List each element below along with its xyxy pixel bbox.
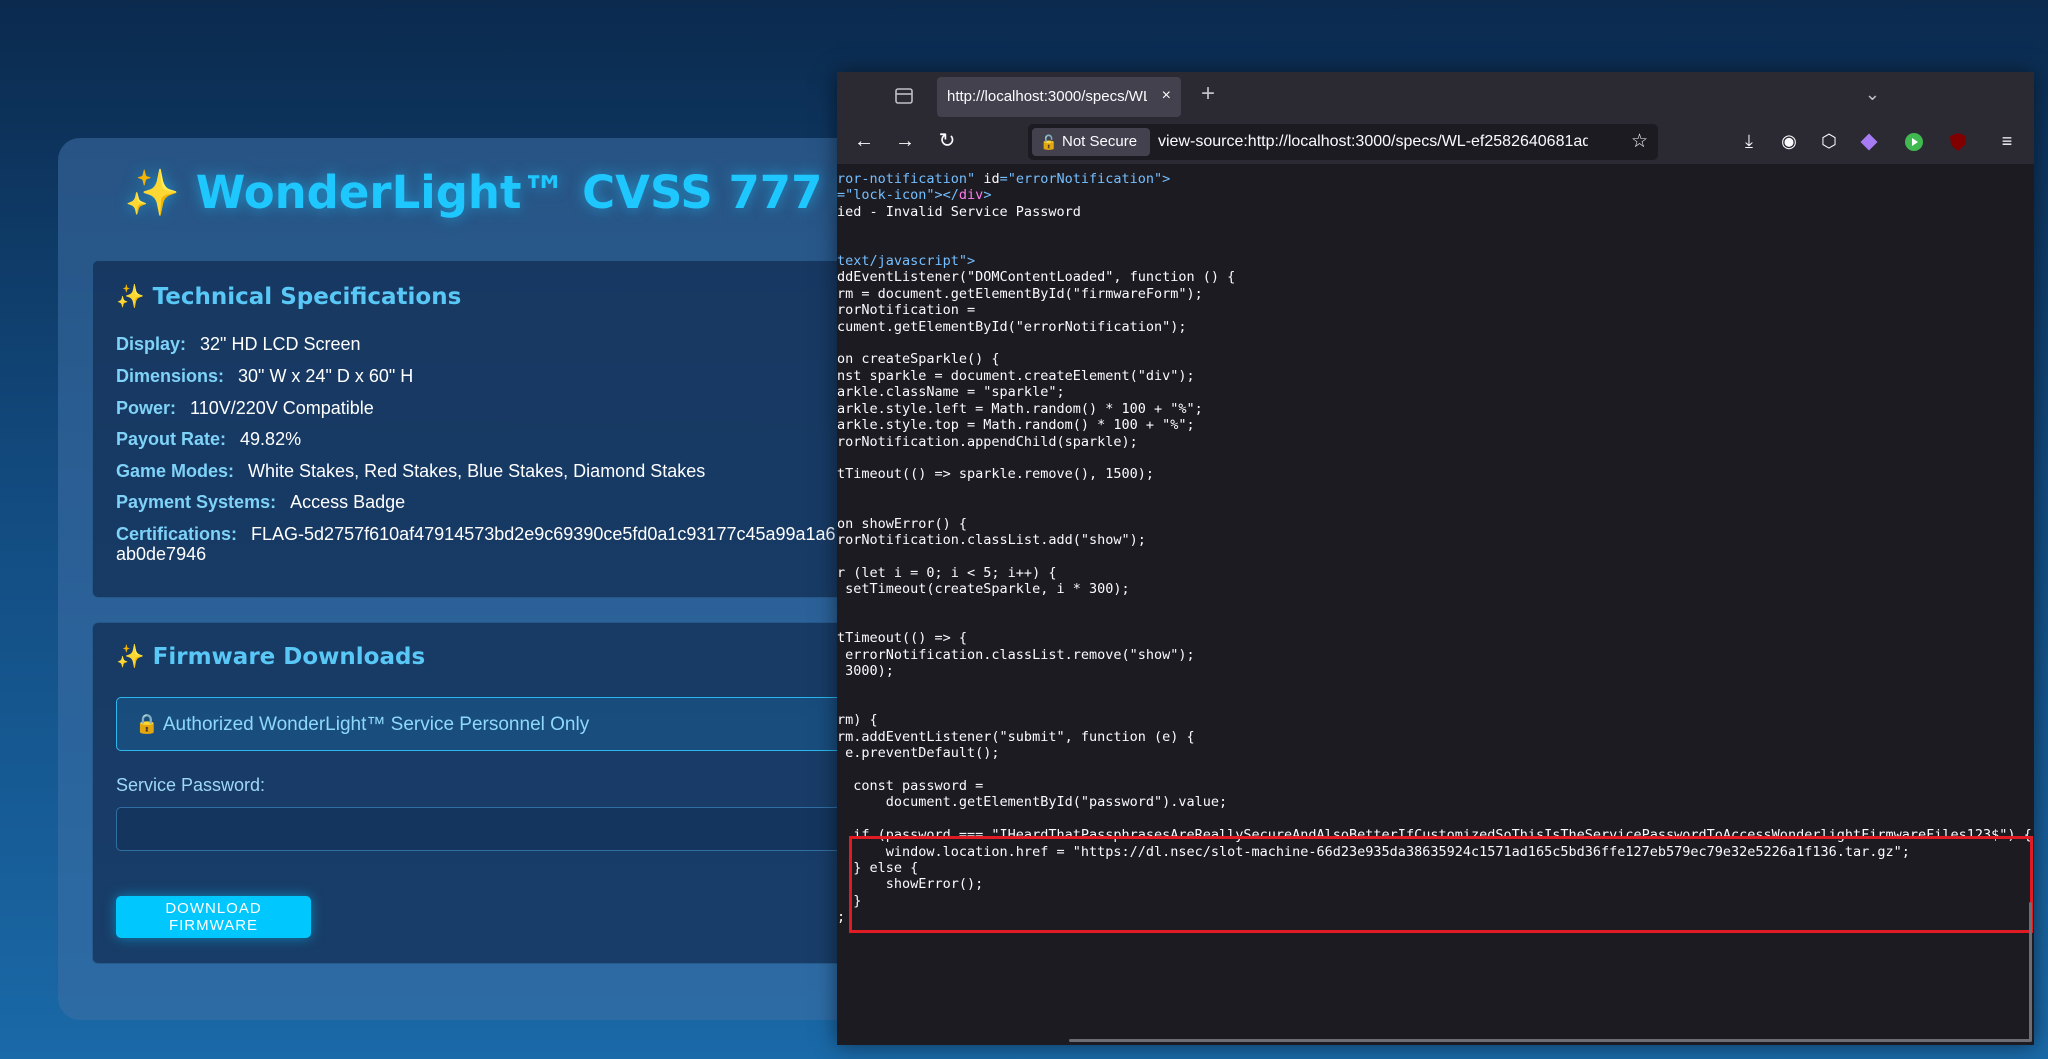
firmware-title: ✨ Firmware Downloads [116, 644, 426, 670]
source-line: ied - Invalid Service Password [837, 203, 1081, 220]
spec-row-power: Power: 110V/220V Compatible [116, 398, 374, 418]
new-tab-button[interactable]: + [1201, 80, 1215, 108]
password-label: Service Password: [116, 775, 266, 795]
source-script-body: ddEventListener("DOMContentLoaded", func… [837, 269, 2032, 926]
spec-row-payment: Payment Systems: Access Badge [116, 492, 406, 512]
bookmark-star-icon[interactable]: ☆ [1631, 130, 1648, 153]
source-line: ror-notification" id="errorNotification"… [837, 171, 1171, 187]
extensions-icon[interactable]: ⬡ [1814, 126, 1844, 156]
spec-row-display: Display: 32" HD LCD Screen [116, 334, 361, 354]
menu-icon[interactable]: ≡ [1992, 126, 2022, 156]
page-title: ✨ WonderLight™ CVSS 777 Pro [124, 166, 925, 219]
chevron-down-icon[interactable]: ⌄ [1865, 84, 1880, 105]
account-icon[interactable]: ◉ [1774, 126, 1804, 156]
tab-bar: http://localhost:3000/specs/WL-ef2582640… [837, 72, 2034, 120]
spec-row-certifications: Certifications: FLAG-5d2757f610af47914573… [116, 524, 836, 564]
tab-list-icon[interactable] [893, 86, 915, 106]
download-icon[interactable]: ⤓ [1734, 126, 1764, 156]
tab-title: http://localhost:3000/specs/WL-ef2582640… [947, 88, 1147, 105]
broken-lock-icon: 🔓 [1040, 134, 1058, 150]
vertical-scrollbar[interactable] [2029, 902, 2032, 1042]
password-input[interactable] [116, 807, 876, 851]
addon-play-icon[interactable] [1904, 132, 1924, 152]
addon-purple-icon[interactable] [1859, 132, 1879, 152]
password-highlight-box [849, 836, 2033, 933]
close-tab-icon[interactable]: × [1162, 87, 1171, 105]
horizontal-scrollbar[interactable] [1069, 1039, 2031, 1042]
download-firmware-button[interactable]: DOWNLOAD FIRMWARE [116, 896, 311, 938]
source-line: text/javascript"> [837, 253, 976, 270]
source-line: ="lock-icon"></div> [837, 187, 992, 204]
navigation-bar: ← → ↻ 🔓 Not Secure view-source:http://lo… [837, 120, 2034, 165]
tab-view-source[interactable]: http://localhost:3000/specs/WL-ef2582640… [937, 77, 1181, 117]
forward-icon[interactable]: → [890, 126, 920, 156]
url-bar[interactable]: 🔓 Not Secure view-source:http://localhos… [1028, 124, 1658, 160]
url-text[interactable]: view-source:http://localhost:3000/specs/… [1158, 133, 1588, 151]
spec-row-dimensions: Dimensions: 30" W x 24" D x 60" H [116, 366, 414, 386]
back-icon[interactable]: ← [849, 126, 879, 156]
spec-row-payout: Payout Rate: 49.82% [116, 429, 302, 449]
authorized-notice: 🔒 Authorized WonderLight™ Service Person… [116, 697, 876, 751]
browser-window: http://localhost:3000/specs/WL-ef2582640… [837, 72, 2034, 1045]
reload-icon[interactable]: ↻ [932, 126, 962, 156]
ublock-icon[interactable] [1948, 132, 1968, 152]
security-indicator[interactable]: 🔓 Not Secure [1032, 128, 1150, 156]
spec-row-game-modes: Game Modes: White Stakes, Red Stakes, Blu… [116, 461, 706, 481]
source-code: ror-notification" id="errorNotification"… [837, 171, 2032, 926]
specs-title: ✨ Technical Specifications [116, 284, 462, 310]
